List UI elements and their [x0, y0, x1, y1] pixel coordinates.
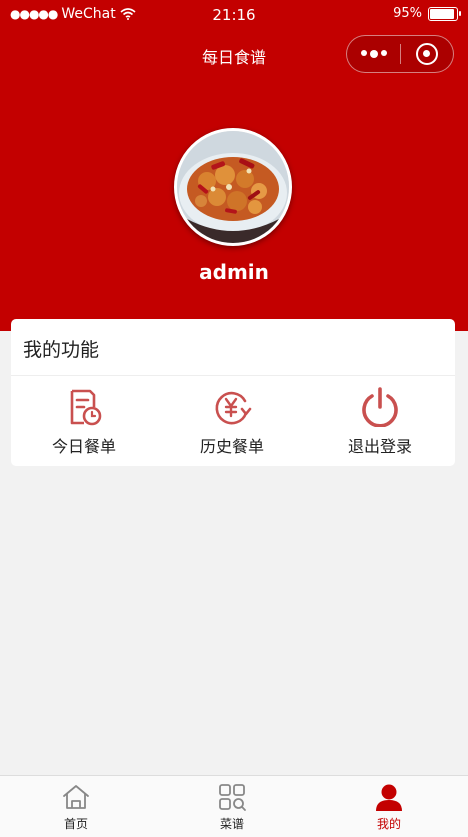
grid-search-icon — [219, 784, 246, 811]
section-title: 我的功能 — [23, 339, 100, 361]
user-icon — [376, 784, 402, 811]
food-photo-image — [177, 131, 289, 243]
my-functions-card: 我的功能 今日餐单 历史餐单 退出登录 — [11, 319, 455, 466]
status-right: 95% — [393, 6, 461, 21]
history-menu-button[interactable]: 历史餐单 — [172, 387, 292, 457]
tab-label: 首页 — [63, 817, 88, 831]
username: admin — [199, 260, 269, 284]
more-dot-icon — [360, 50, 367, 56]
battery-percent: 95% — [393, 6, 422, 21]
target-icon — [415, 43, 438, 65]
battery-icon — [428, 6, 461, 21]
avatar[interactable] — [174, 128, 292, 246]
profile-header: admin — [0, 80, 468, 331]
status-bar: ●●●●● WeChat 21:16 95% — [0, 0, 468, 30]
navigation-bar: 每日食谱 — [0, 30, 468, 80]
tab-bar: 首页 菜谱 我的 — [0, 775, 468, 837]
more-dot-icon — [369, 50, 378, 58]
tab-home[interactable]: 首页 — [36, 782, 116, 834]
daily-menu-icon — [70, 389, 102, 426]
history-menu-icon — [215, 391, 252, 425]
function-label: 今日餐单 — [51, 437, 116, 456]
function-label: 退出登录 — [347, 437, 412, 456]
close-miniprogram-button[interactable] — [401, 43, 453, 65]
function-label: 历史餐单 — [199, 437, 264, 456]
logout-button[interactable]: 退出登录 — [320, 387, 440, 457]
today-menu-button[interactable]: 今日餐单 — [24, 387, 144, 457]
miniprogram-capsule — [346, 35, 454, 73]
tab-mine[interactable]: 我的 — [349, 782, 429, 834]
power-icon — [362, 387, 398, 427]
divider — [11, 375, 455, 376]
tab-label: 菜谱 — [219, 817, 244, 831]
home-icon — [63, 785, 89, 809]
more-dot-icon — [380, 50, 387, 56]
tab-label: 我的 — [376, 817, 401, 831]
tab-recipes[interactable]: 菜谱 — [192, 782, 272, 834]
more-button[interactable] — [347, 50, 400, 58]
